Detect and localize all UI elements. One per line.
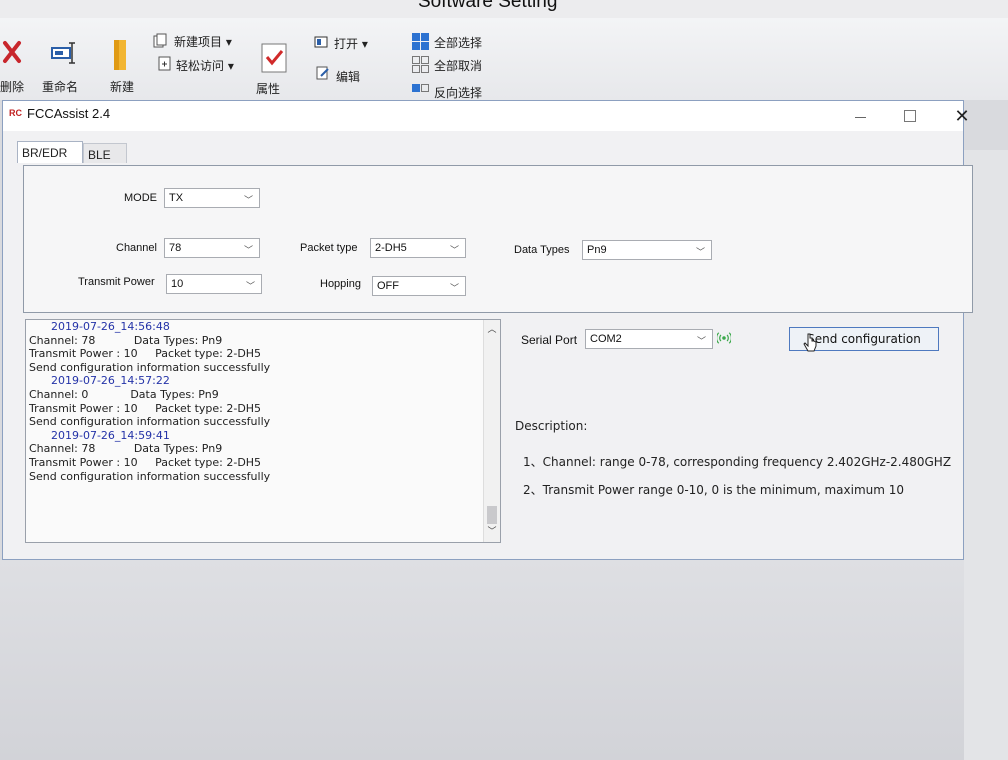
invert-selection-icon-2 — [421, 84, 429, 92]
configuration-panel: MODE TX ﹀ Channel 78 ﹀ Packet type 2-DH5… — [23, 165, 973, 313]
chevron-down-icon: ﹀ — [695, 247, 705, 257]
maximize-button[interactable] — [887, 101, 933, 131]
signal-icon — [717, 332, 731, 344]
delete-icon[interactable] — [2, 40, 22, 64]
properties-icon[interactable] — [260, 42, 288, 74]
description-line-1: 1、Channel: range 0-78, corresponding fre… — [523, 455, 952, 469]
transmit-power-select[interactable]: 10 ﹀ — [166, 274, 262, 294]
data-types-label: Data Types — [514, 244, 570, 256]
explorer-ribbon: 删除 重命名 新建 新建项目 ▾ 轻松访问 ▾ 属性 打开 ▾ 编辑 全部选择 … — [0, 18, 1008, 100]
data-types-value: Pn9 — [587, 244, 607, 256]
select-all-icon-2 — [421, 33, 429, 41]
packet-type-label: Packet type — [300, 242, 358, 254]
select-all-icon — [412, 33, 420, 41]
open-menu[interactable]: 打开 ▾ — [334, 35, 368, 52]
log-entry: Send configuration information successfu… — [29, 360, 271, 374]
transmit-power-value: 10 — [171, 278, 184, 290]
packet-type-select[interactable]: 2-DH5 ﹀ — [370, 238, 466, 258]
data-types-select[interactable]: Pn9 ﹀ — [582, 240, 712, 260]
description-title: Description: — [515, 419, 588, 433]
channel-select[interactable]: 78 ﹀ — [164, 238, 260, 258]
select-none-button[interactable]: 全部取消 — [434, 57, 482, 74]
channel-value: 78 — [169, 242, 182, 254]
chevron-down-icon: ﹀ — [243, 245, 253, 255]
delete-button[interactable]: 删除 — [0, 78, 24, 95]
mouse-cursor-icon — [803, 333, 817, 352]
select-none-icon-2 — [421, 56, 429, 64]
description-line-2: 2、Transmit Power range 0-10, 0 is the mi… — [523, 483, 905, 497]
tab-br-edr[interactable]: BR/EDR — [17, 141, 83, 163]
close-button[interactable]: ✕ — [939, 101, 985, 131]
chevron-down-icon: ﹀ — [245, 281, 255, 291]
title-bar[interactable]: RC FCCAssist 2.4 ✕ — [3, 101, 970, 131]
hopping-label: Hopping — [320, 278, 361, 290]
log-entry: Transmit Power : 10 Packet type: 2-DH5 — [29, 347, 262, 361]
packet-type-value: 2-DH5 — [375, 242, 407, 254]
mode-value: TX — [169, 192, 184, 204]
serial-port-select[interactable]: COM2 ﹀ — [585, 329, 713, 349]
new-button[interactable]: 新建 — [110, 78, 134, 95]
scroll-up-icon[interactable]: ︿ — [484, 322, 500, 338]
app-logo-icon: RC — [9, 108, 22, 118]
minimize-button[interactable] — [837, 101, 883, 131]
rename-icon[interactable] — [50, 40, 78, 66]
new-folder-icon[interactable] — [112, 38, 130, 72]
properties-button[interactable]: 属性 — [256, 80, 280, 97]
transmit-power-label: Transmit Power — [78, 276, 155, 288]
log-textarea[interactable]: 2019-07-26_14:56:48 Channel: 78 Data Type… — [25, 319, 501, 543]
log-entry: Transmit Power : 10 Packet type: 2-DH5 — [29, 401, 262, 415]
maximize-icon — [904, 110, 916, 122]
desktop-background — [0, 560, 1008, 760]
log-timestamp: 2019-07-26_14:56:48 — [51, 320, 170, 333]
log-entry: Channel: 78 Data Types: Pn9 — [29, 333, 223, 347]
serial-port-label: Serial Port — [521, 333, 578, 347]
new-item-menu[interactable]: 新建项目 ▾ — [174, 33, 232, 50]
open-icon — [314, 36, 328, 48]
rename-button[interactable]: 重命名 — [42, 78, 78, 95]
hopping-value: OFF — [377, 280, 399, 292]
log-entry: Send configuration information successfu… — [29, 469, 271, 483]
log-scrollbar[interactable]: ︿ ﹀ — [483, 320, 500, 542]
caption-text: Software Setting — [418, 0, 558, 12]
new-item-icon — [153, 33, 167, 48]
easy-access-menu[interactable]: 轻松访问 ▾ — [176, 57, 234, 74]
log-entry: Channel: 0 Data Types: Pn9 — [29, 387, 219, 401]
log-lines: 2019-07-26_14:56:48 Channel: 78 Data Type… — [29, 320, 270, 483]
caption-strip: Software Setting — [0, 0, 1008, 18]
chevron-down-icon: ﹀ — [449, 283, 459, 293]
serial-port-value: COM2 — [590, 333, 622, 345]
scroll-thumb[interactable] — [487, 506, 497, 524]
minimize-icon — [854, 116, 866, 118]
easy-access-icon — [158, 56, 171, 71]
channel-label: Channel — [116, 242, 157, 254]
log-entry: Send configuration information successfu… — [29, 415, 271, 429]
mode-select[interactable]: TX ﹀ — [164, 188, 260, 208]
log-timestamp: 2019-07-26_14:59:41 — [51, 428, 170, 442]
select-all-button[interactable]: 全部选择 — [434, 34, 482, 51]
window-title: FCCAssist 2.4 — [27, 106, 111, 121]
chevron-down-icon: ﹀ — [243, 195, 253, 205]
select-all-icon-4 — [421, 42, 429, 50]
scroll-down-icon[interactable]: ﹀ — [484, 524, 500, 540]
invert-selection-button[interactable]: 反向选择 — [434, 84, 482, 101]
log-entry: Channel: 78 Data Types: Pn9 — [29, 442, 223, 456]
select-all-icon-3 — [412, 42, 420, 50]
select-none-icon-4 — [421, 65, 429, 73]
close-icon: ✕ — [954, 105, 970, 127]
mode-label: MODE — [124, 192, 157, 204]
log-entry: Transmit Power : 10 Packet type: 2-DH5 — [29, 455, 262, 469]
tab-ble[interactable]: BLE — [83, 143, 127, 163]
edit-icon — [316, 66, 329, 80]
fccassist-window: RC FCCAssist 2.4 ✕ BR/EDR BLE MODE TX ﹀ … — [2, 100, 973, 560]
chevron-down-icon: ﹀ — [449, 245, 459, 255]
select-none-icon-3 — [412, 65, 420, 73]
hopping-select[interactable]: OFF ﹀ — [372, 276, 466, 296]
edit-button[interactable]: 编辑 — [336, 68, 360, 85]
invert-selection-icon — [412, 84, 420, 92]
chevron-down-icon: ﹀ — [696, 336, 706, 346]
log-timestamp: 2019-07-26_14:57:22 — [51, 374, 170, 388]
select-none-icon — [412, 56, 420, 64]
